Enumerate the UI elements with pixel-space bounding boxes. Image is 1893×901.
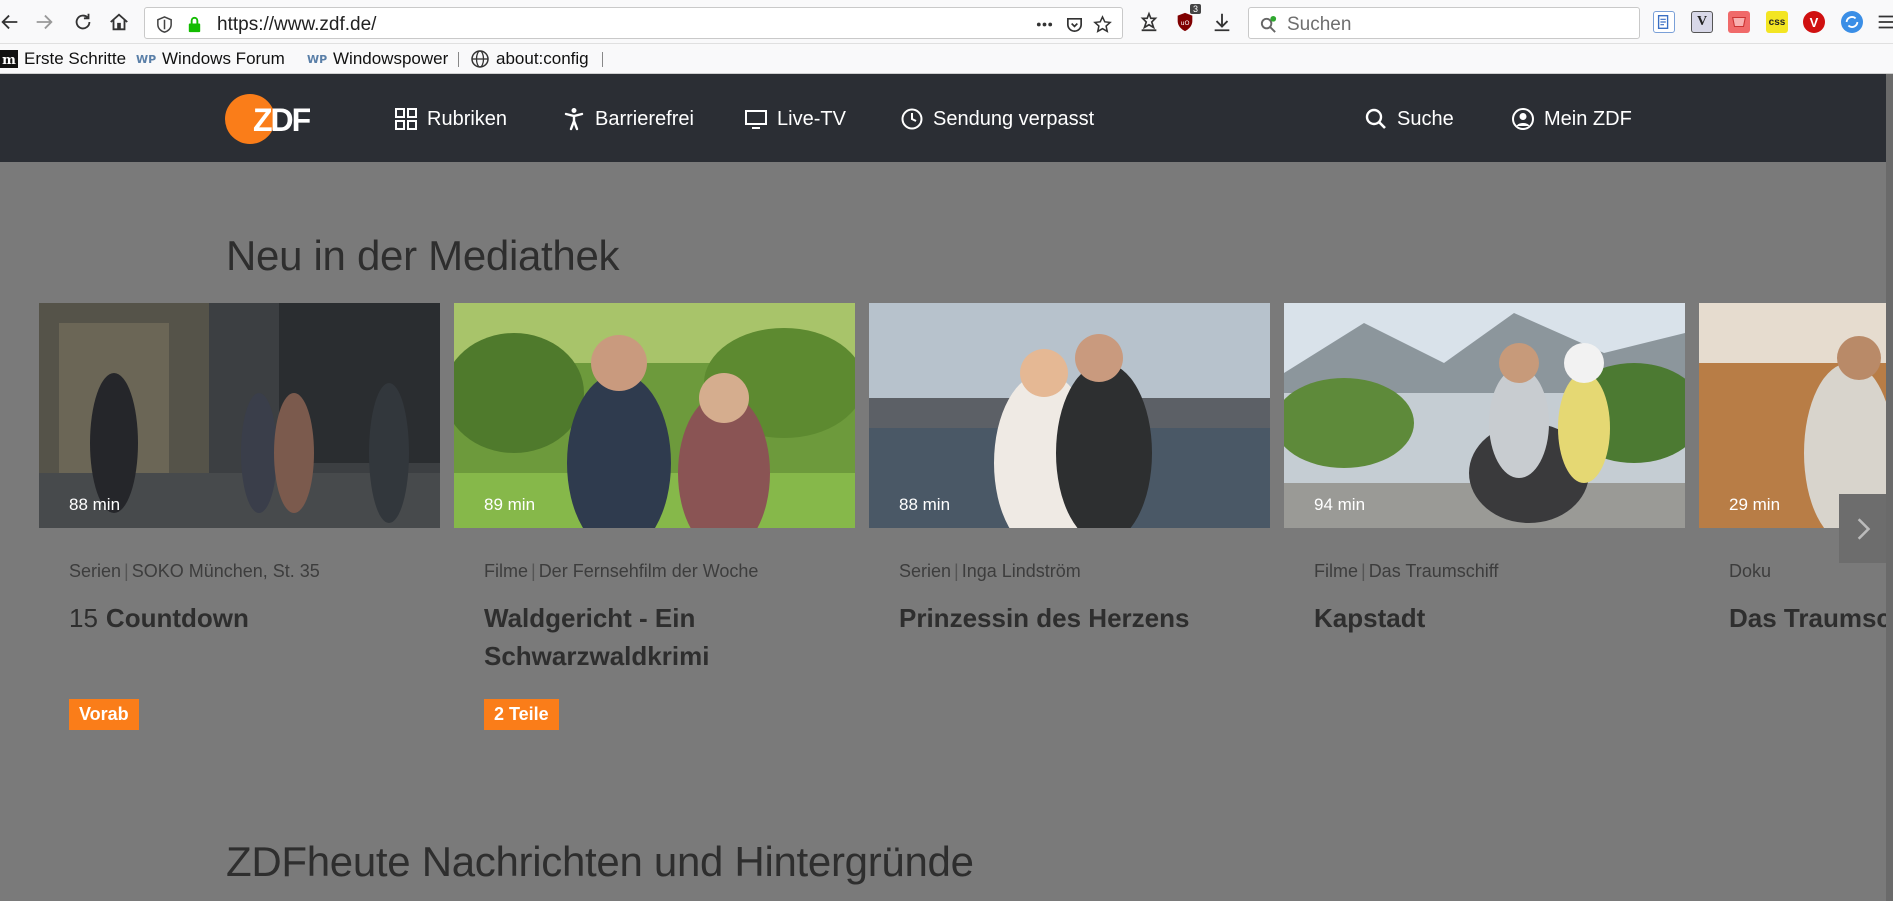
bookmark-windowspower[interactable]: WP Windowspower: [307, 48, 448, 70]
m-icon: m: [0, 50, 18, 68]
card-meta: Filme | Das Traumschiff: [1314, 561, 1499, 581]
card-duration: 89 min: [484, 495, 536, 514]
bookmark-erste-schritte[interactable]: m Erste Schritte: [0, 48, 126, 70]
zdf-logo[interactable]: ZDF: [225, 90, 315, 148]
download-icon[interactable]: [1208, 8, 1236, 36]
back-icon[interactable]: [0, 8, 24, 36]
chevron-right-icon: [1857, 517, 1870, 540]
card-duration: 94 min: [1314, 495, 1366, 514]
url-text: https://www.zdf.de/: [217, 14, 377, 35]
grid-icon: [395, 108, 417, 130]
svg-text:uO: uO: [1180, 19, 1189, 27]
carousel-next-button[interactable]: [1839, 494, 1886, 563]
red-extension-icon[interactable]: [1728, 11, 1750, 33]
card-title[interactable]: Waldgericht - Ein Schwarzwaldkrimi: [484, 599, 844, 675]
bookmark-about-config[interactable]: about:config: [470, 48, 589, 70]
card-badge: Vorab: [69, 699, 139, 730]
nav-rubriken[interactable]: Rubriken: [394, 102, 507, 136]
card-thumbnail[interactable]: 94 min: [1284, 303, 1685, 528]
page-scrollbar[interactable]: [1886, 74, 1893, 901]
card-meta: Serien | SOKO München, St. 35: [69, 561, 320, 581]
card-title[interactable]: Das Traumschiff Kapstadt: [1729, 599, 1886, 637]
menu-icon[interactable]: [1872, 8, 1893, 36]
pocket-icon[interactable]: [1063, 13, 1085, 35]
svg-text:WP: WP: [136, 53, 156, 66]
ublock-icon[interactable]: uO 3: [1171, 4, 1201, 36]
card-badge: 2 Teile: [484, 699, 559, 730]
zdf-header: ZDF Rubriken Barrierefrei Live-TV Sendun…: [0, 74, 1893, 162]
section-title-zdfheute: ZDFheute Nachrichten und Hintergründe: [226, 838, 974, 885]
nav-barrierefrei[interactable]: Barrierefrei: [562, 102, 694, 136]
card-title[interactable]: Prinzessin des Herzens: [899, 599, 1259, 637]
search-icon: [1365, 108, 1386, 129]
url-bar[interactable]: https://www.zdf.de/: [144, 7, 1123, 39]
notes-extension-icon[interactable]: [1653, 11, 1675, 33]
shield-icon[interactable]: [153, 13, 175, 35]
card-meta: Serien | Inga Lindström: [899, 561, 1081, 581]
card-meta: Doku: [1729, 561, 1772, 581]
more-actions-icon[interactable]: [1033, 13, 1055, 35]
card-duration: 88 min: [69, 495, 121, 514]
card-thumbnail[interactable]: 88 min: [39, 303, 440, 528]
bookmark-star-icon[interactable]: [1091, 13, 1113, 35]
bookmark-separator: [602, 52, 603, 67]
css-extension-icon[interactable]: css: [1766, 11, 1788, 33]
bookmarks-bar: m Erste Schritte WP Windows Forum WP Win…: [0, 44, 1893, 74]
v-extension-icon[interactable]: V: [1691, 11, 1713, 33]
search-bar[interactable]: Suchen: [1248, 7, 1640, 39]
library-icon[interactable]: [1135, 8, 1163, 36]
forward-icon[interactable]: [30, 8, 58, 36]
card-thumbnail[interactable]: 88 min: [869, 303, 1270, 528]
sync-extension-icon[interactable]: [1841, 11, 1863, 33]
search-placeholder: Suchen: [1287, 14, 1352, 35]
card-title[interactable]: Kapstadt: [1314, 599, 1674, 637]
bookmark-windows-forum[interactable]: WP Windows Forum: [136, 48, 285, 70]
accessibility-icon: [564, 108, 584, 131]
nav-suche[interactable]: Suche: [1364, 102, 1454, 136]
tv-icon: [745, 110, 767, 129]
wp-icon: WP: [136, 52, 156, 66]
vivaldi-extension-icon[interactable]: V: [1803, 11, 1825, 33]
clock-icon: [901, 108, 923, 130]
globe-icon: [470, 49, 490, 69]
logo-text: ZDF: [253, 102, 311, 138]
lock-icon[interactable]: [183, 13, 205, 35]
card-title[interactable]: 15 Countdown: [69, 599, 429, 637]
bookmark-separator: [458, 52, 459, 67]
browser-toolbar: https://www.zdf.de/ uO 3 Suchen V css V: [0, 0, 1893, 44]
reload-icon[interactable]: [69, 8, 97, 36]
nav-live-tv[interactable]: Live-TV: [744, 102, 846, 136]
card-meta: Filme | Der Fernsehfilm der Woche: [484, 561, 759, 581]
section-title-mediathek: Neu in der Mediathek: [226, 232, 620, 279]
user-icon: [1512, 108, 1534, 130]
svg-text:m: m: [2, 53, 16, 68]
nav-sendung-verpasst[interactable]: Sendung verpasst: [900, 102, 1094, 136]
card-thumbnail[interactable]: 89 min: [454, 303, 855, 528]
home-icon[interactable]: [105, 8, 133, 36]
svg-text:WP: WP: [307, 53, 327, 66]
nav-mein-zdf[interactable]: Mein ZDF: [1511, 102, 1632, 136]
card-duration: 88 min: [899, 495, 951, 514]
card-duration: 29 min: [1729, 495, 1781, 514]
wp-icon: WP: [307, 52, 327, 66]
ublock-count-badge: 3: [1189, 4, 1201, 14]
search-engine-icon[interactable]: [1257, 13, 1279, 35]
